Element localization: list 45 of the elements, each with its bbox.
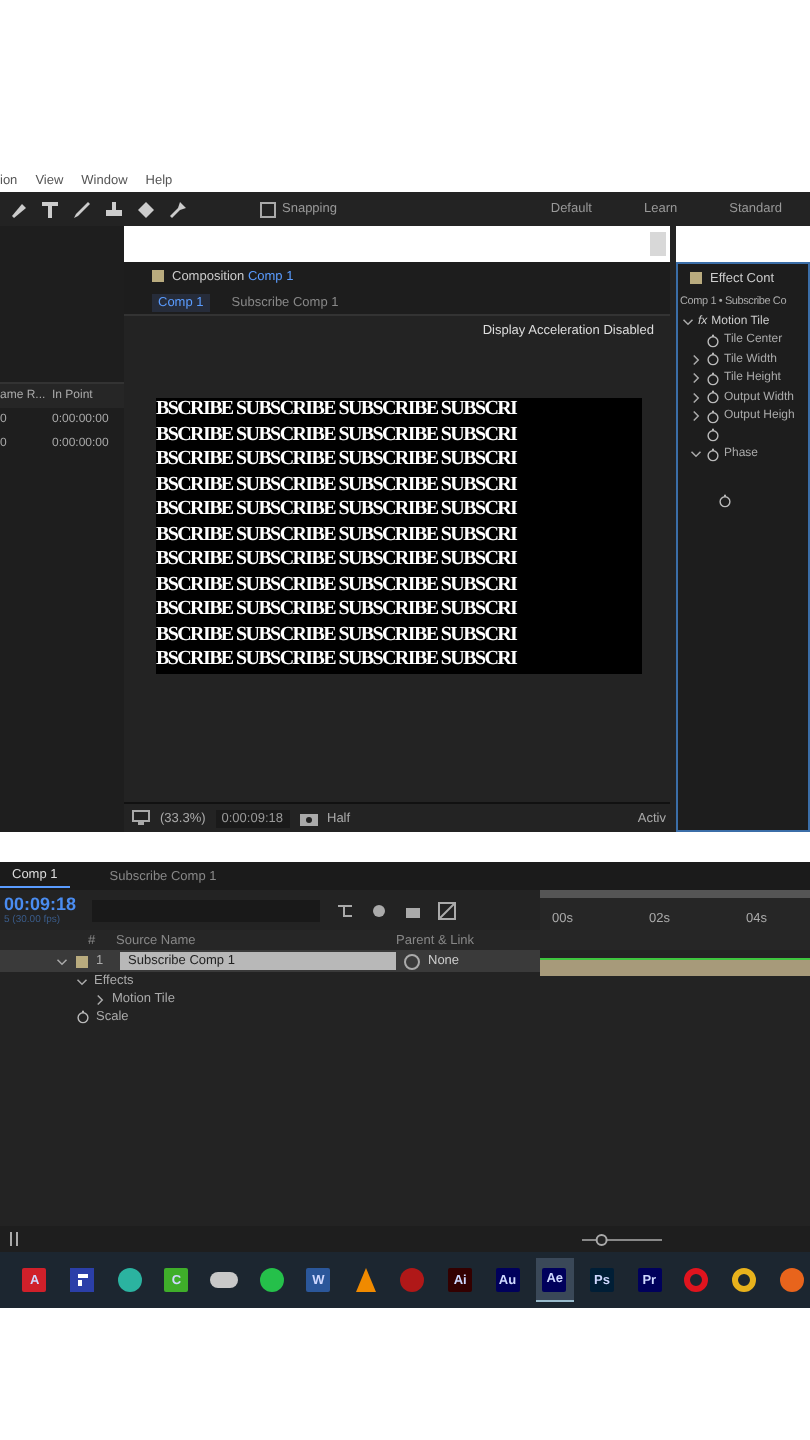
panel-color-icon [690, 272, 702, 284]
stopwatch-icon[interactable] [706, 447, 720, 462]
preview-text: BSCRIBE SUBSCRIBE SUBSCRIBE SUBSCRI [156, 598, 519, 623]
stopwatch-icon[interactable] [706, 371, 720, 386]
stopwatch-icon[interactable] [706, 409, 720, 424]
brush-icon[interactable] [72, 199, 92, 219]
app-icon[interactable] [117, 1268, 142, 1292]
app-icon[interactable] [69, 1268, 94, 1292]
stamp-icon[interactable] [104, 199, 124, 219]
slider-thumb[interactable] [595, 1233, 608, 1245]
preview-text: BSCRIBE SUBSCRIBE SUBSCRIBE SUBSCRI [156, 473, 519, 498]
chevron-down-icon[interactable] [690, 448, 702, 461]
preview-text: BSCRIBE SUBSCRIBE SUBSCRIBE SUBSCRI [156, 523, 519, 548]
app-icon[interactable] [731, 1268, 756, 1292]
label-color-icon[interactable] [76, 955, 88, 967]
preview-text: BSCRIBE SUBSCRIBE SUBSCRIBE SUBSCRI [156, 548, 519, 573]
stopwatch-icon[interactable] [706, 428, 720, 443]
current-time[interactable]: 00:09:18 [4, 894, 77, 914]
camera-icon[interactable] [299, 810, 317, 826]
app-icon[interactable] [209, 1272, 238, 1288]
monitor-icon[interactable] [132, 810, 150, 826]
preview-text: BSCRIBE SUBSCRIBE SUBSCRIBE SUBSCRI [156, 398, 519, 423]
stopwatch-icon[interactable] [706, 352, 720, 367]
stopwatch-icon[interactable] [706, 390, 720, 405]
text-tool-icon[interactable] [40, 199, 60, 219]
cone-icon[interactable] [353, 1268, 378, 1292]
blank-panel [676, 226, 810, 262]
chevron-down-icon[interactable] [56, 955, 68, 967]
scrollbar[interactable] [650, 232, 666, 256]
app-icon[interactable] [259, 1268, 284, 1292]
preview-text: BSCRIBE SUBSCRIBE SUBSCRIBE SUBSCRI [156, 423, 519, 448]
stopwatch-icon[interactable] [718, 494, 732, 509]
preview-text: BSCRIBE SUBSCRIBE SUBSCRIBE SUBSCRI [156, 448, 519, 473]
chevron-down-icon[interactable] [76, 975, 88, 987]
preview-text: BSCRIBE SUBSCRIBE SUBSCRIBE SUBSCRI [156, 573, 519, 598]
stopwatch-icon[interactable] [706, 333, 720, 348]
pen-icon[interactable] [8, 199, 28, 219]
chevron-down-icon[interactable] [682, 315, 694, 328]
preview-text: BSCRIBE SUBSCRIBE SUBSCRIBE SUBSCRI [156, 498, 519, 523]
checkbox[interactable] [260, 201, 276, 217]
panel-color-icon [152, 270, 164, 282]
preview-text: BSCRIBE SUBSCRIBE SUBSCRIBE SUBSCRI [156, 648, 519, 673]
preview-text: BSCRIBE SUBSCRIBE SUBSCRIBE SUBSCRI [156, 623, 519, 648]
stopwatch-icon[interactable] [76, 1010, 90, 1024]
chevron-right-icon[interactable] [94, 993, 106, 1005]
